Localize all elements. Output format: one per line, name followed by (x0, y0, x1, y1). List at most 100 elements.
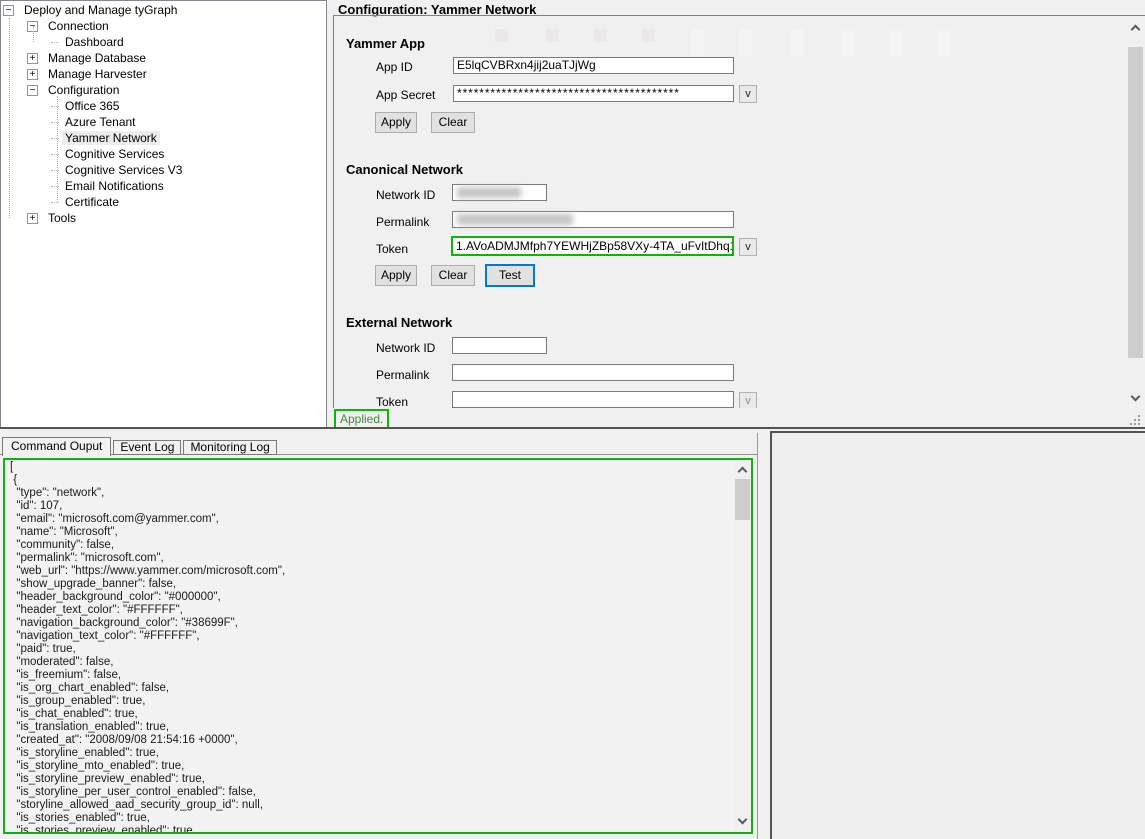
expand-icon[interactable]: + (27, 53, 38, 64)
external-token-field[interactable] (452, 391, 734, 408)
chevron-down-icon (738, 815, 748, 825)
tree-item-certificate[interactable]: Certificate (1, 194, 326, 210)
tree-item-label[interactable]: Certificate (62, 195, 122, 209)
canonical-token-field[interactable]: 1.AVoADMJMfph7YEWHjZBp58VXy-4TA_uFvItDhq… (451, 236, 734, 256)
tree-item-dashboard[interactable]: Dashboard (1, 34, 326, 50)
scrollbar-up-button[interactable] (1127, 20, 1144, 37)
app-id-label: App ID (376, 60, 413, 74)
secondary-panel (770, 431, 1145, 839)
tree-item-label[interactable]: Cognitive Services V3 (62, 163, 185, 177)
redaction-blur (457, 187, 521, 198)
tree-guide-line (9, 18, 10, 218)
redaction-ghost (691, 29, 704, 56)
tree-item-manage-harvester[interactable]: + Manage Harvester (1, 66, 326, 82)
tree-connector (51, 42, 59, 43)
yammer-app-heading: Yammer App (346, 36, 425, 51)
tree-guide-line (57, 96, 58, 202)
output-scrollbar[interactable] (734, 460, 751, 832)
yammer-app-apply-button[interactable]: Apply (375, 112, 417, 133)
collapse-icon[interactable]: − (3, 5, 14, 16)
horizontal-splitter[interactable] (0, 427, 1145, 429)
tree-item-connection[interactable]: −Connection (1, 18, 326, 34)
redaction-blur (457, 214, 573, 225)
redaction-ghost (495, 29, 508, 42)
canonical-clear-button[interactable]: Clear (431, 265, 475, 286)
redaction-ghost (841, 29, 854, 56)
collapse-icon[interactable]: − (27, 85, 38, 96)
redaction-ghost (791, 29, 804, 56)
tree-item-label[interactable]: Tools (45, 211, 79, 225)
app-secret-field[interactable]: **************************************** (453, 85, 734, 102)
tree-guide-line (33, 26, 34, 42)
tab-event-log[interactable]: Event Log (113, 440, 181, 455)
canonical-token-label: Token (376, 242, 408, 256)
app-id-field[interactable]: E5lqCVBRxn4jij2uaTJjWg (453, 57, 734, 74)
tree-item-label[interactable]: Manage Harvester (45, 67, 150, 81)
external-network-id-field[interactable] (452, 337, 547, 354)
tree-item-cognitive-services-v3[interactable]: Cognitive Services V3 (1, 162, 326, 178)
tree-item-label[interactable]: Yammer Network (62, 131, 160, 145)
chevron-up-icon (1131, 25, 1141, 35)
external-token-label: Token (376, 395, 408, 409)
scrollbar-thumb[interactable] (735, 479, 750, 520)
expand-icon[interactable]: + (27, 69, 38, 80)
tree-item-deploy-and-manage-tygraph[interactable]: −Deploy and Manage tyGraph (1, 2, 326, 18)
tree-item-label[interactable]: Manage Database (45, 51, 149, 65)
tree-item-label[interactable]: Cognitive Services (62, 147, 167, 161)
tree-item-label[interactable]: Office 365 (62, 99, 122, 113)
canonical-network-id-label: Network ID (376, 188, 435, 202)
title-separator (333, 15, 1145, 16)
expand-icon[interactable]: + (27, 213, 38, 224)
canonical-apply-button[interactable]: Apply (375, 265, 417, 286)
canonical-permalink-label: Permalink (376, 215, 429, 229)
tree-item-office-365[interactable]: Office 365 (1, 98, 326, 114)
resize-grip-icon[interactable] (1130, 415, 1132, 417)
redaction-ghost (546, 29, 559, 42)
chevron-up-icon (738, 467, 748, 477)
redaction-ghost (739, 29, 752, 56)
tree-item-label[interactable]: Configuration (45, 83, 122, 97)
command-output-box[interactable]: [ { "type": "network", "id": 107, "email… (3, 458, 753, 834)
tab-command-ouput[interactable]: Command Ouput (2, 437, 111, 456)
app-secret-label: App Secret (376, 88, 435, 102)
tree-item-label[interactable]: Dashboard (62, 35, 127, 49)
redaction-ghost (889, 29, 902, 56)
external-permalink-field[interactable] (452, 364, 734, 381)
tree-item-configuration[interactable]: −Configuration (1, 82, 326, 98)
canonical-test-button[interactable]: Test (485, 264, 535, 287)
tree-item-azure-tenant[interactable]: Azure Tenant (1, 114, 326, 130)
canonical-network-heading: Canonical Network (346, 162, 463, 177)
status-badge: Applied. (334, 409, 389, 429)
tree-item-label[interactable]: Deploy and Manage tyGraph (21, 3, 180, 17)
navigation-tree: −Deploy and Manage tyGraph−ConnectionDas… (0, 0, 327, 428)
tree-item-tools[interactable]: + Tools (1, 210, 326, 226)
config-panel-border (333, 15, 334, 408)
tree-item-yammer-network[interactable]: Yammer Network (1, 130, 326, 146)
scrollbar-up-button[interactable] (734, 462, 751, 479)
tree-item-email-notifications[interactable]: Email Notifications (1, 178, 326, 194)
external-network-id-label: Network ID (376, 341, 435, 355)
tree-item-manage-database[interactable]: + Manage Database (1, 50, 326, 66)
tab-monitoring-log[interactable]: Monitoring Log (183, 440, 276, 455)
scrollbar-thumb[interactable] (1128, 47, 1143, 358)
external-permalink-label: Permalink (376, 368, 429, 382)
tree-item-label[interactable]: Email Notifications (62, 179, 167, 193)
chevron-down-icon (1131, 392, 1141, 402)
redaction-ghost (594, 29, 607, 42)
redaction-ghost (642, 29, 655, 42)
external-network-heading: External Network (346, 315, 452, 330)
scrollbar-down-button[interactable] (734, 813, 751, 830)
tree-item-cognitive-services[interactable]: Cognitive Services (1, 146, 326, 162)
status-strip: Applied. (334, 408, 1145, 429)
command-output-text: [ { "type": "network", "id": 107, "email… (10, 461, 730, 832)
tree-item-label[interactable]: Azure Tenant (62, 115, 139, 129)
tree-item-label[interactable]: Connection (45, 19, 112, 33)
scrollbar-down-button[interactable] (1127, 390, 1144, 407)
canonical-token-reveal-button[interactable]: v (739, 238, 757, 256)
config-scrollbar[interactable] (1127, 20, 1144, 407)
redaction-ghost (938, 29, 951, 56)
app-secret-reveal-button[interactable]: v (739, 85, 757, 103)
output-tab-strip: Command OuputEvent LogMonitoring Log (2, 437, 279, 456)
yammer-app-clear-button[interactable]: Clear (431, 112, 475, 133)
output-panel: Command OuputEvent LogMonitoring Log [ {… (0, 433, 758, 839)
